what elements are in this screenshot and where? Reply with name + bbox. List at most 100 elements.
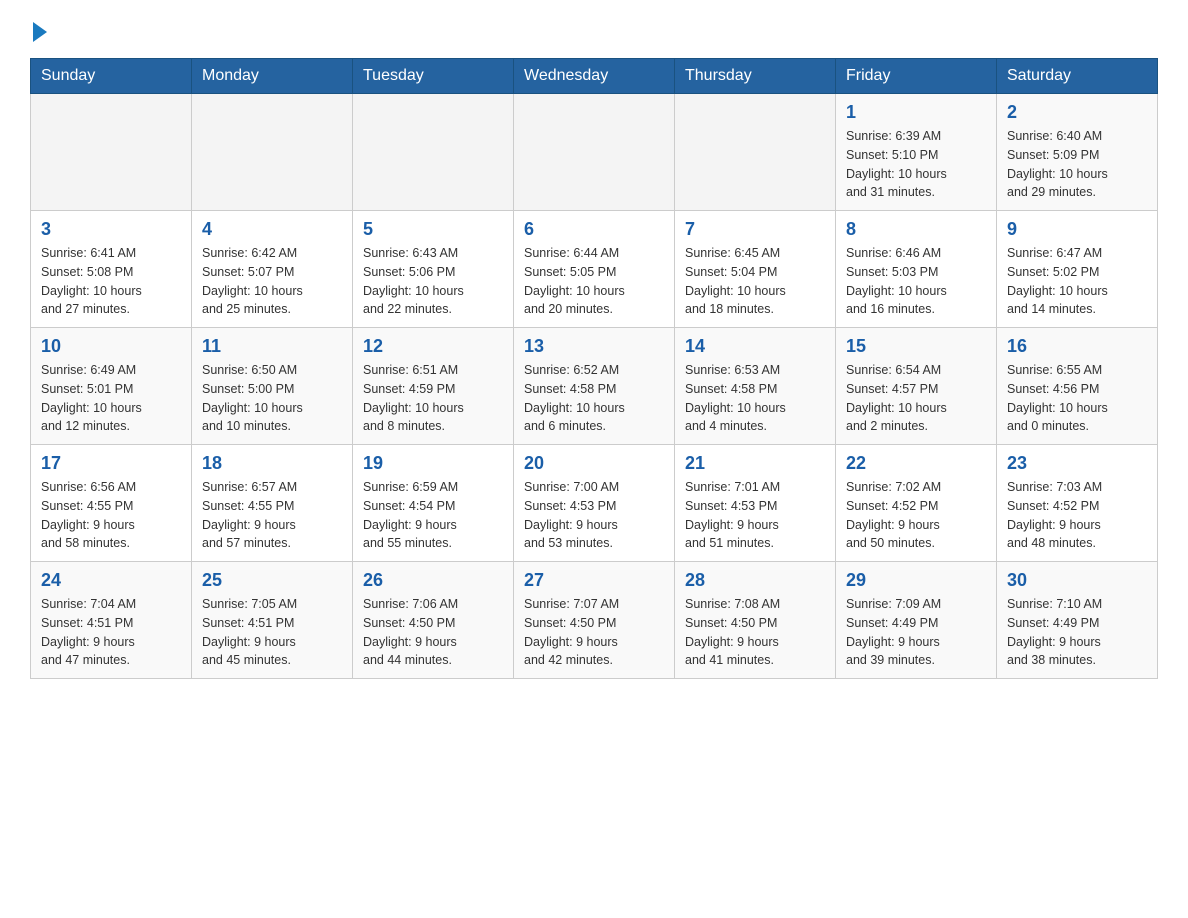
day-info: Sunrise: 6:49 AM Sunset: 5:01 PM Dayligh… — [41, 361, 181, 436]
calendar-cell: 21 Sunrise: 7:01 AM Sunset: 4:53 PM Dayli… — [675, 445, 836, 562]
logo-triangle-icon — [33, 22, 47, 42]
day-info: Sunrise: 6:45 AM Sunset: 5:04 PM Dayligh… — [685, 244, 825, 319]
calendar-cell — [192, 94, 353, 211]
day-info: Sunrise: 6:57 AM Sunset: 4:55 PM Dayligh… — [202, 478, 342, 553]
day-number: 19 — [363, 453, 503, 474]
calendar-cell: 20 Sunrise: 7:00 AM Sunset: 4:53 PM Dayli… — [514, 445, 675, 562]
day-number: 27 — [524, 570, 664, 591]
day-number: 24 — [41, 570, 181, 591]
day-number: 1 — [846, 102, 986, 123]
calendar-cell: 29Sunrise: 7:09 AM Sunset: 4:49 PM Dayli… — [836, 562, 997, 679]
day-number: 23 — [1007, 453, 1147, 474]
calendar-cell: 22 Sunrise: 7:02 AM Sunset: 4:52 PM Dayli… — [836, 445, 997, 562]
day-info: Sunrise: 6:43 AM Sunset: 5:06 PM Dayligh… — [363, 244, 503, 319]
day-info: Sunrise: 7:04 AM Sunset: 4:51 PM Dayligh… — [41, 595, 181, 670]
day-number: 10 — [41, 336, 181, 357]
day-number: 15 — [846, 336, 986, 357]
calendar-cell — [31, 94, 192, 211]
day-info: Sunrise: 6:56 AM Sunset: 4:55 PM Dayligh… — [41, 478, 181, 553]
day-number: 22 — [846, 453, 986, 474]
day-number: 14 — [685, 336, 825, 357]
calendar-cell: 27 Sunrise: 7:07 AM Sunset: 4:50 PM Dayli… — [514, 562, 675, 679]
calendar-cell: 8 Sunrise: 6:46 AM Sunset: 5:03 PM Daylig… — [836, 211, 997, 328]
day-number: 20 — [524, 453, 664, 474]
day-number: 13 — [524, 336, 664, 357]
calendar-cell — [675, 94, 836, 211]
calendar-cell: 4 Sunrise: 6:42 AM Sunset: 5:07 PM Daylig… — [192, 211, 353, 328]
day-number: 8 — [846, 219, 986, 240]
calendar-week-row: 24 Sunrise: 7:04 AM Sunset: 4:51 PM Dayli… — [31, 562, 1158, 679]
day-number: 2 — [1007, 102, 1147, 123]
weekday-header-thursday: Thursday — [675, 59, 836, 94]
calendar-cell — [514, 94, 675, 211]
weekday-header-wednesday: Wednesday — [514, 59, 675, 94]
calendar-cell: 9 Sunrise: 6:47 AM Sunset: 5:02 PM Daylig… — [997, 211, 1158, 328]
calendar-cell: 15Sunrise: 6:54 AM Sunset: 4:57 PM Dayli… — [836, 328, 997, 445]
calendar-cell: 3 Sunrise: 6:41 AM Sunset: 5:08 PM Daylig… — [31, 211, 192, 328]
day-info: Sunrise: 7:01 AM Sunset: 4:53 PM Dayligh… — [685, 478, 825, 553]
logo — [30, 20, 47, 40]
day-info: Sunrise: 7:03 AM Sunset: 4:52 PM Dayligh… — [1007, 478, 1147, 553]
day-info: Sunrise: 6:41 AM Sunset: 5:08 PM Dayligh… — [41, 244, 181, 319]
day-info: Sunrise: 6:52 AM Sunset: 4:58 PM Dayligh… — [524, 361, 664, 436]
day-info: Sunrise: 7:00 AM Sunset: 4:53 PM Dayligh… — [524, 478, 664, 553]
day-info: Sunrise: 7:07 AM Sunset: 4:50 PM Dayligh… — [524, 595, 664, 670]
calendar-cell: 12Sunrise: 6:51 AM Sunset: 4:59 PM Dayli… — [353, 328, 514, 445]
day-number: 9 — [1007, 219, 1147, 240]
weekday-header-sunday: Sunday — [31, 59, 192, 94]
day-number: 6 — [524, 219, 664, 240]
day-info: Sunrise: 6:50 AM Sunset: 5:00 PM Dayligh… — [202, 361, 342, 436]
calendar-cell: 1 Sunrise: 6:39 AM Sunset: 5:10 PM Daylig… — [836, 94, 997, 211]
day-info: Sunrise: 6:44 AM Sunset: 5:05 PM Dayligh… — [524, 244, 664, 319]
calendar-cell: 7 Sunrise: 6:45 AM Sunset: 5:04 PM Daylig… — [675, 211, 836, 328]
day-info: Sunrise: 6:53 AM Sunset: 4:58 PM Dayligh… — [685, 361, 825, 436]
day-info: Sunrise: 7:06 AM Sunset: 4:50 PM Dayligh… — [363, 595, 503, 670]
day-number: 25 — [202, 570, 342, 591]
day-info: Sunrise: 7:02 AM Sunset: 4:52 PM Dayligh… — [846, 478, 986, 553]
calendar-cell — [353, 94, 514, 211]
day-number: 21 — [685, 453, 825, 474]
calendar-cell: 24 Sunrise: 7:04 AM Sunset: 4:51 PM Dayli… — [31, 562, 192, 679]
day-info: Sunrise: 7:08 AM Sunset: 4:50 PM Dayligh… — [685, 595, 825, 670]
calendar-cell: 6 Sunrise: 6:44 AM Sunset: 5:05 PM Daylig… — [514, 211, 675, 328]
calendar-cell: 14 Sunrise: 6:53 AM Sunset: 4:58 PM Dayli… — [675, 328, 836, 445]
day-number: 3 — [41, 219, 181, 240]
calendar-week-row: 10 Sunrise: 6:49 AM Sunset: 5:01 PM Dayli… — [31, 328, 1158, 445]
day-number: 29 — [846, 570, 986, 591]
weekday-header-tuesday: Tuesday — [353, 59, 514, 94]
day-info: Sunrise: 6:39 AM Sunset: 5:10 PM Dayligh… — [846, 127, 986, 202]
calendar-cell: 23 Sunrise: 7:03 AM Sunset: 4:52 PM Dayli… — [997, 445, 1158, 562]
calendar-cell: 18 Sunrise: 6:57 AM Sunset: 4:55 PM Dayli… — [192, 445, 353, 562]
calendar-cell: 2 Sunrise: 6:40 AM Sunset: 5:09 PM Daylig… — [997, 94, 1158, 211]
weekday-header-monday: Monday — [192, 59, 353, 94]
calendar-cell: 30 Sunrise: 7:10 AM Sunset: 4:49 PM Dayli… — [997, 562, 1158, 679]
day-number: 18 — [202, 453, 342, 474]
day-info: Sunrise: 6:55 AM Sunset: 4:56 PM Dayligh… — [1007, 361, 1147, 436]
day-info: Sunrise: 6:59 AM Sunset: 4:54 PM Dayligh… — [363, 478, 503, 553]
weekday-header-row: SundayMondayTuesdayWednesdayThursdayFrid… — [31, 59, 1158, 94]
day-number: 30 — [1007, 570, 1147, 591]
calendar-cell: 26 Sunrise: 7:06 AM Sunset: 4:50 PM Dayli… — [353, 562, 514, 679]
day-info: Sunrise: 6:42 AM Sunset: 5:07 PM Dayligh… — [202, 244, 342, 319]
calendar-cell: 11Sunrise: 6:50 AM Sunset: 5:00 PM Dayli… — [192, 328, 353, 445]
day-number: 4 — [202, 219, 342, 240]
calendar-cell: 10 Sunrise: 6:49 AM Sunset: 5:01 PM Dayli… — [31, 328, 192, 445]
day-info: Sunrise: 7:05 AM Sunset: 4:51 PM Dayligh… — [202, 595, 342, 670]
day-number: 12 — [363, 336, 503, 357]
calendar-week-row: 17Sunrise: 6:56 AM Sunset: 4:55 PM Dayli… — [31, 445, 1158, 562]
day-info: Sunrise: 6:40 AM Sunset: 5:09 PM Dayligh… — [1007, 127, 1147, 202]
day-info: Sunrise: 7:10 AM Sunset: 4:49 PM Dayligh… — [1007, 595, 1147, 670]
weekday-header-saturday: Saturday — [997, 59, 1158, 94]
day-number: 28 — [685, 570, 825, 591]
day-info: Sunrise: 6:46 AM Sunset: 5:03 PM Dayligh… — [846, 244, 986, 319]
day-number: 26 — [363, 570, 503, 591]
day-info: Sunrise: 6:47 AM Sunset: 5:02 PM Dayligh… — [1007, 244, 1147, 319]
calendar-cell: 28 Sunrise: 7:08 AM Sunset: 4:50 PM Dayli… — [675, 562, 836, 679]
day-number: 7 — [685, 219, 825, 240]
calendar-cell: 13 Sunrise: 6:52 AM Sunset: 4:58 PM Dayli… — [514, 328, 675, 445]
calendar-cell: 17Sunrise: 6:56 AM Sunset: 4:55 PM Dayli… — [31, 445, 192, 562]
day-number: 5 — [363, 219, 503, 240]
calendar-week-row: 1 Sunrise: 6:39 AM Sunset: 5:10 PM Daylig… — [31, 94, 1158, 211]
calendar-cell: 19 Sunrise: 6:59 AM Sunset: 4:54 PM Dayli… — [353, 445, 514, 562]
weekday-header-friday: Friday — [836, 59, 997, 94]
